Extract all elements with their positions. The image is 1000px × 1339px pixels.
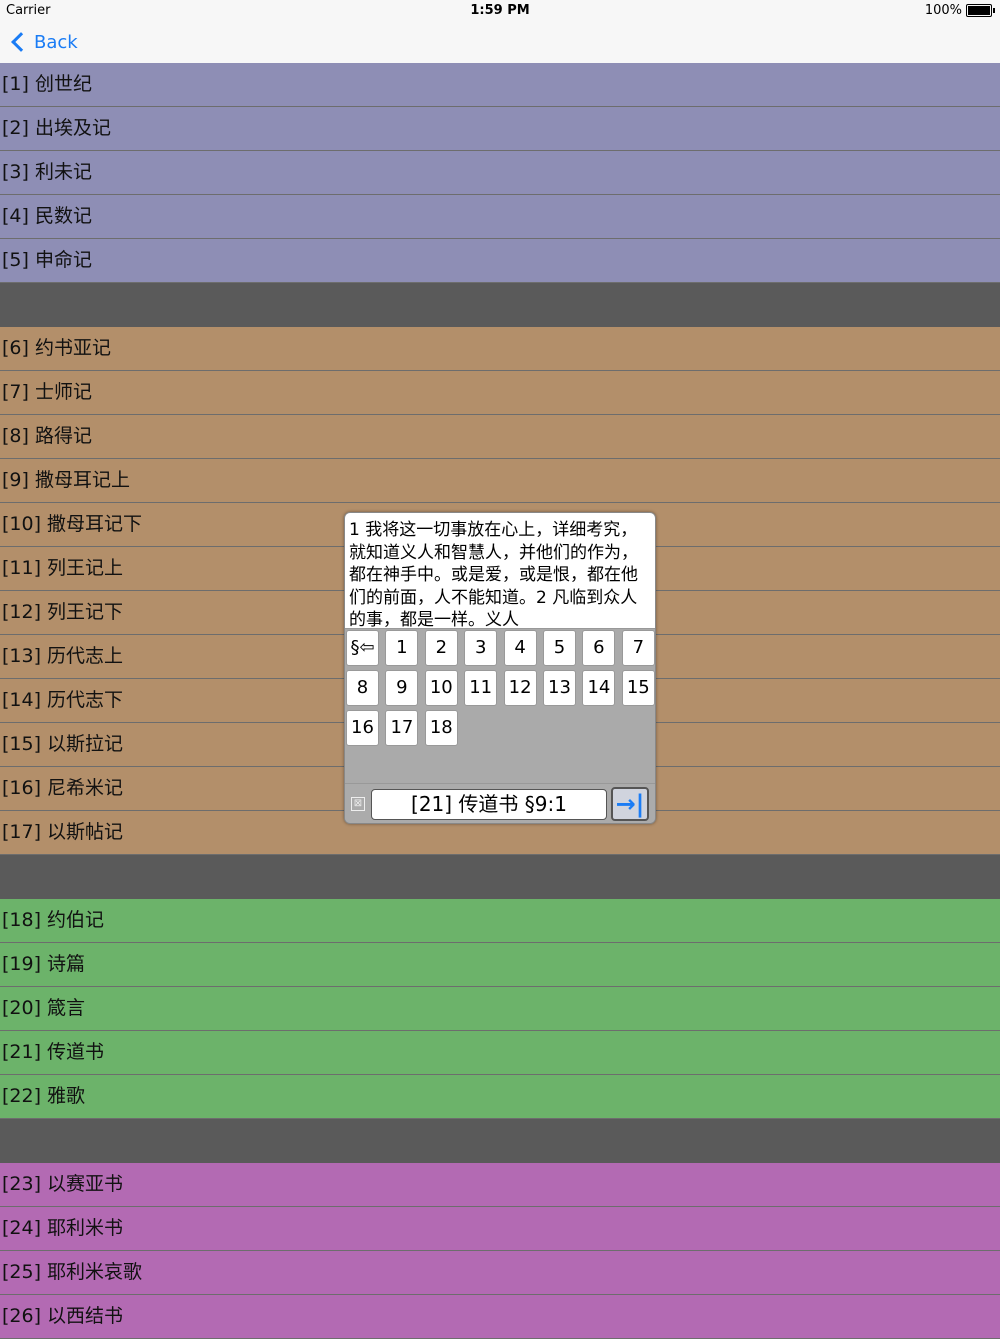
clear-icon[interactable]: ⊠ <box>351 797 365 811</box>
book-row[interactable]: [20] 箴言 <box>0 987 1000 1031</box>
chapter-key-17[interactable]: 17 <box>385 710 419 746</box>
book-row[interactable]: [8] 路得记 <box>0 415 1000 459</box>
group-separator <box>0 1119 1000 1163</box>
chapter-key-2[interactable]: 2 <box>424 630 458 666</box>
chapter-key-12[interactable]: 12 <box>503 670 537 706</box>
book-row[interactable]: [5] 申命记 <box>0 239 1000 283</box>
book-row[interactable]: [7] 士师记 <box>0 371 1000 415</box>
book-row[interactable]: [9] 撒母耳记上 <box>0 459 1000 503</box>
book-row[interactable]: [25] 耶利米哀歌 <box>0 1251 1000 1295</box>
book-row[interactable]: [22] 雅歌 <box>0 1075 1000 1119</box>
chapter-key-18[interactable]: 18 <box>424 710 458 746</box>
battery-percent: 100% <box>924 3 962 18</box>
book-row[interactable]: [2] 出埃及记 <box>0 107 1000 151</box>
chapter-key-10[interactable]: 10 <box>424 670 458 706</box>
chapter-key-9[interactable]: 9 <box>385 670 419 706</box>
chapter-key-7[interactable]: 7 <box>621 630 655 666</box>
book-row[interactable]: [26] 以西结书 <box>0 1295 1000 1339</box>
chapter-key-5[interactable]: 5 <box>543 630 576 666</box>
verse-preview[interactable]: 1 我将这一切事放在心上，详细考究，就知道义人和智慧人，并他们的作为，都在神手中… <box>345 513 655 629</box>
section-back-key[interactable]: §⇦ <box>346 630 379 666</box>
back-button[interactable]: Back <box>10 28 78 56</box>
group-separator <box>0 283 1000 327</box>
book-row[interactable]: [23] 以赛亚书 <box>0 1163 1000 1207</box>
book-row[interactable]: [19] 诗篇 <box>0 943 1000 987</box>
book-row[interactable]: [18] 约伯记 <box>0 899 1000 943</box>
book-row[interactable]: [21] 传道书 <box>0 1031 1000 1075</box>
chapter-key-14[interactable]: 14 <box>582 670 616 706</box>
chapter-key-3[interactable]: 3 <box>464 630 498 666</box>
reference-bar: ⊠ [21] 传道书 §9:1 →| <box>345 783 655 823</box>
chapter-key-16[interactable]: 16 <box>346 710 379 746</box>
book-row[interactable]: [3] 利未记 <box>0 151 1000 195</box>
group-separator <box>0 855 1000 899</box>
reference-field[interactable]: [21] 传道书 §9:1 <box>371 789 607 820</box>
battery-status: 100% <box>924 3 995 18</box>
battery-icon <box>966 4 995 17</box>
chapter-key-8[interactable]: 8 <box>346 670 379 706</box>
verse-text: 1 我将这一切事放在心上，详细考究，就知道义人和智慧人，并他们的作为，都在神手中… <box>349 520 638 629</box>
chevron-left-icon <box>11 32 31 52</box>
chapter-key-4[interactable]: 4 <box>503 630 537 666</box>
book-row[interactable]: [4] 民数记 <box>0 195 1000 239</box>
status-bar: Carrier 1:59 PM 100% <box>0 0 1000 22</box>
status-time: 1:59 PM <box>470 3 530 18</box>
chapter-picker-popup: 1 我将这一切事放在心上，详细考究，就知道义人和智慧人，并他们的作为，都在神手中… <box>344 512 656 824</box>
book-row[interactable]: [6] 约书亚记 <box>0 327 1000 371</box>
chapter-key-6[interactable]: 6 <box>582 630 616 666</box>
chapter-key-13[interactable]: 13 <box>543 670 576 706</box>
chapter-key-15[interactable]: 15 <box>621 670 655 706</box>
go-button[interactable]: →| <box>611 787 649 821</box>
book-row[interactable]: [1] 创世纪 <box>0 63 1000 107</box>
chapter-key-1[interactable]: 1 <box>385 630 419 666</box>
back-label: Back <box>34 31 78 53</box>
chapter-key-11[interactable]: 11 <box>464 670 498 706</box>
navigation-bar: Back <box>0 22 1000 64</box>
book-row[interactable]: [24] 耶利米书 <box>0 1207 1000 1251</box>
